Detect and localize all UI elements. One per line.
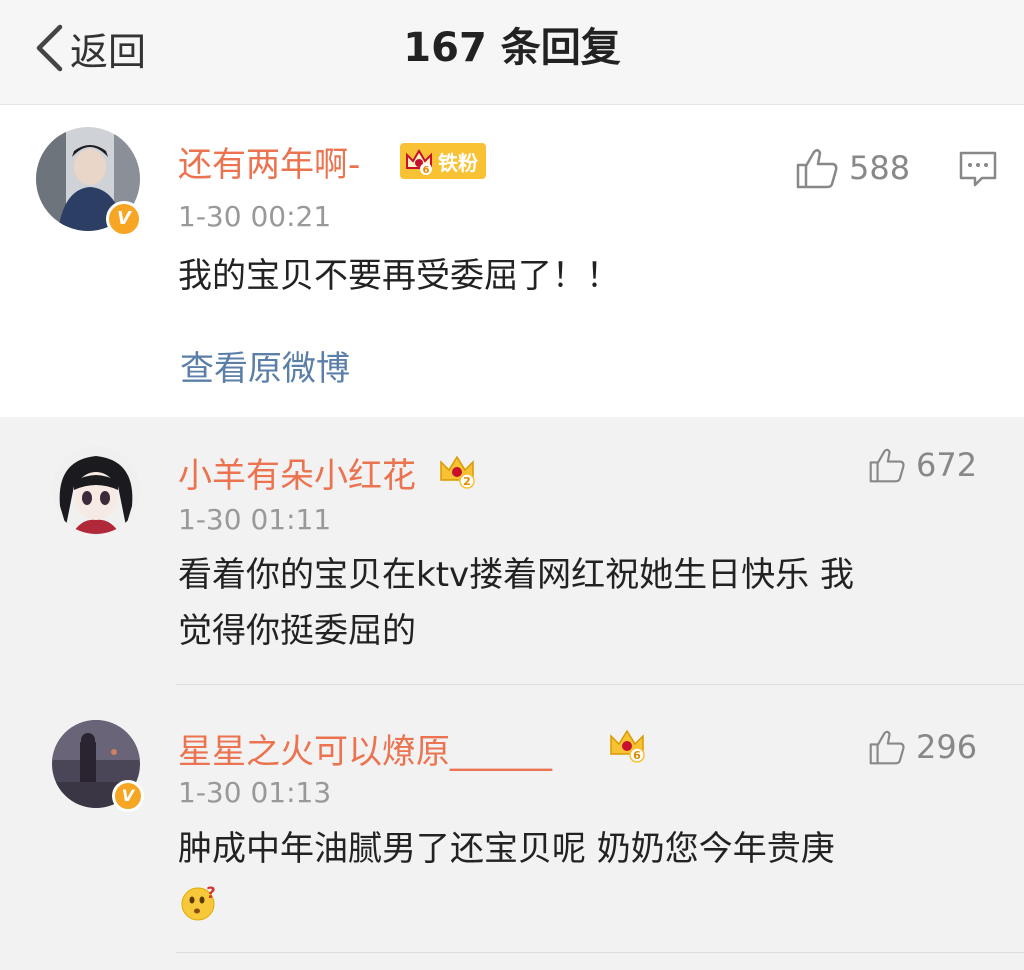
username[interactable]: 还有两年啊- bbox=[178, 137, 360, 186]
fan-badge: 6 铁粉 bbox=[400, 143, 486, 179]
comment-time: 1-30 01:13 bbox=[178, 776, 332, 809]
avatar[interactable] bbox=[52, 446, 140, 534]
divider bbox=[176, 952, 1024, 953]
comment-text-line: 觉得你挺委屈的 bbox=[178, 611, 416, 651]
username[interactable]: 星星之火可以燎原______ bbox=[178, 724, 552, 773]
like-count: 672 bbox=[916, 446, 978, 484]
thumbs-up-icon bbox=[869, 448, 905, 483]
comment-text-line: 看着你的宝贝在ktv搂着网红祝她生日快乐 我 bbox=[178, 555, 854, 595]
thumbs-up-icon bbox=[796, 149, 838, 189]
divider bbox=[176, 684, 1024, 685]
avatar[interactable]: V bbox=[36, 127, 142, 237]
view-original-link[interactable]: 查看原微博 bbox=[180, 341, 350, 390]
verified-icon: V bbox=[112, 780, 144, 812]
crown-level: 6 bbox=[633, 749, 641, 762]
verified-icon: V bbox=[106, 201, 142, 237]
svg-text:?: ? bbox=[206, 884, 215, 902]
like-button[interactable]: 588 bbox=[795, 147, 910, 189]
crown-icon: 6 bbox=[406, 149, 432, 176]
username[interactable]: 小羊有朵小红花 bbox=[178, 448, 416, 497]
crown-icon: 2 bbox=[440, 455, 475, 489]
comment-time: 1-30 00:21 bbox=[178, 200, 332, 233]
like-button[interactable]: 296 bbox=[868, 728, 977, 766]
top-nav-bar: 返回 167 条回复 bbox=[0, 0, 1024, 105]
crown-icon: 6 bbox=[610, 729, 645, 763]
comment-time: 1-30 01:11 bbox=[178, 503, 332, 536]
thumbs-up-icon bbox=[869, 730, 905, 765]
reply-button[interactable] bbox=[958, 150, 998, 192]
like-button[interactable]: 672 bbox=[868, 446, 977, 484]
main-comment: V 还有两年啊- 6 铁粉 1-30 00:21 我的宝贝不要再受委屈了！！ 查… bbox=[0, 105, 1024, 417]
thinking-emoji-icon: ? bbox=[181, 884, 216, 921]
fan-level: 6 bbox=[423, 165, 430, 176]
crown-level: 2 bbox=[463, 475, 471, 488]
comment-icon bbox=[959, 151, 997, 187]
comment-text-line: 肿成中年油腻男了还宝贝呢 奶奶您今年贵庚 bbox=[178, 829, 835, 869]
page-title: 167 条回复 bbox=[403, 25, 621, 71]
comment-text: 我的宝贝不要再受委屈了！！ bbox=[178, 256, 620, 296]
fan-badge-label: 铁粉 bbox=[438, 150, 478, 175]
like-count: 296 bbox=[916, 728, 978, 766]
avatar[interactable]: V bbox=[52, 720, 144, 812]
like-count: 588 bbox=[849, 149, 911, 187]
